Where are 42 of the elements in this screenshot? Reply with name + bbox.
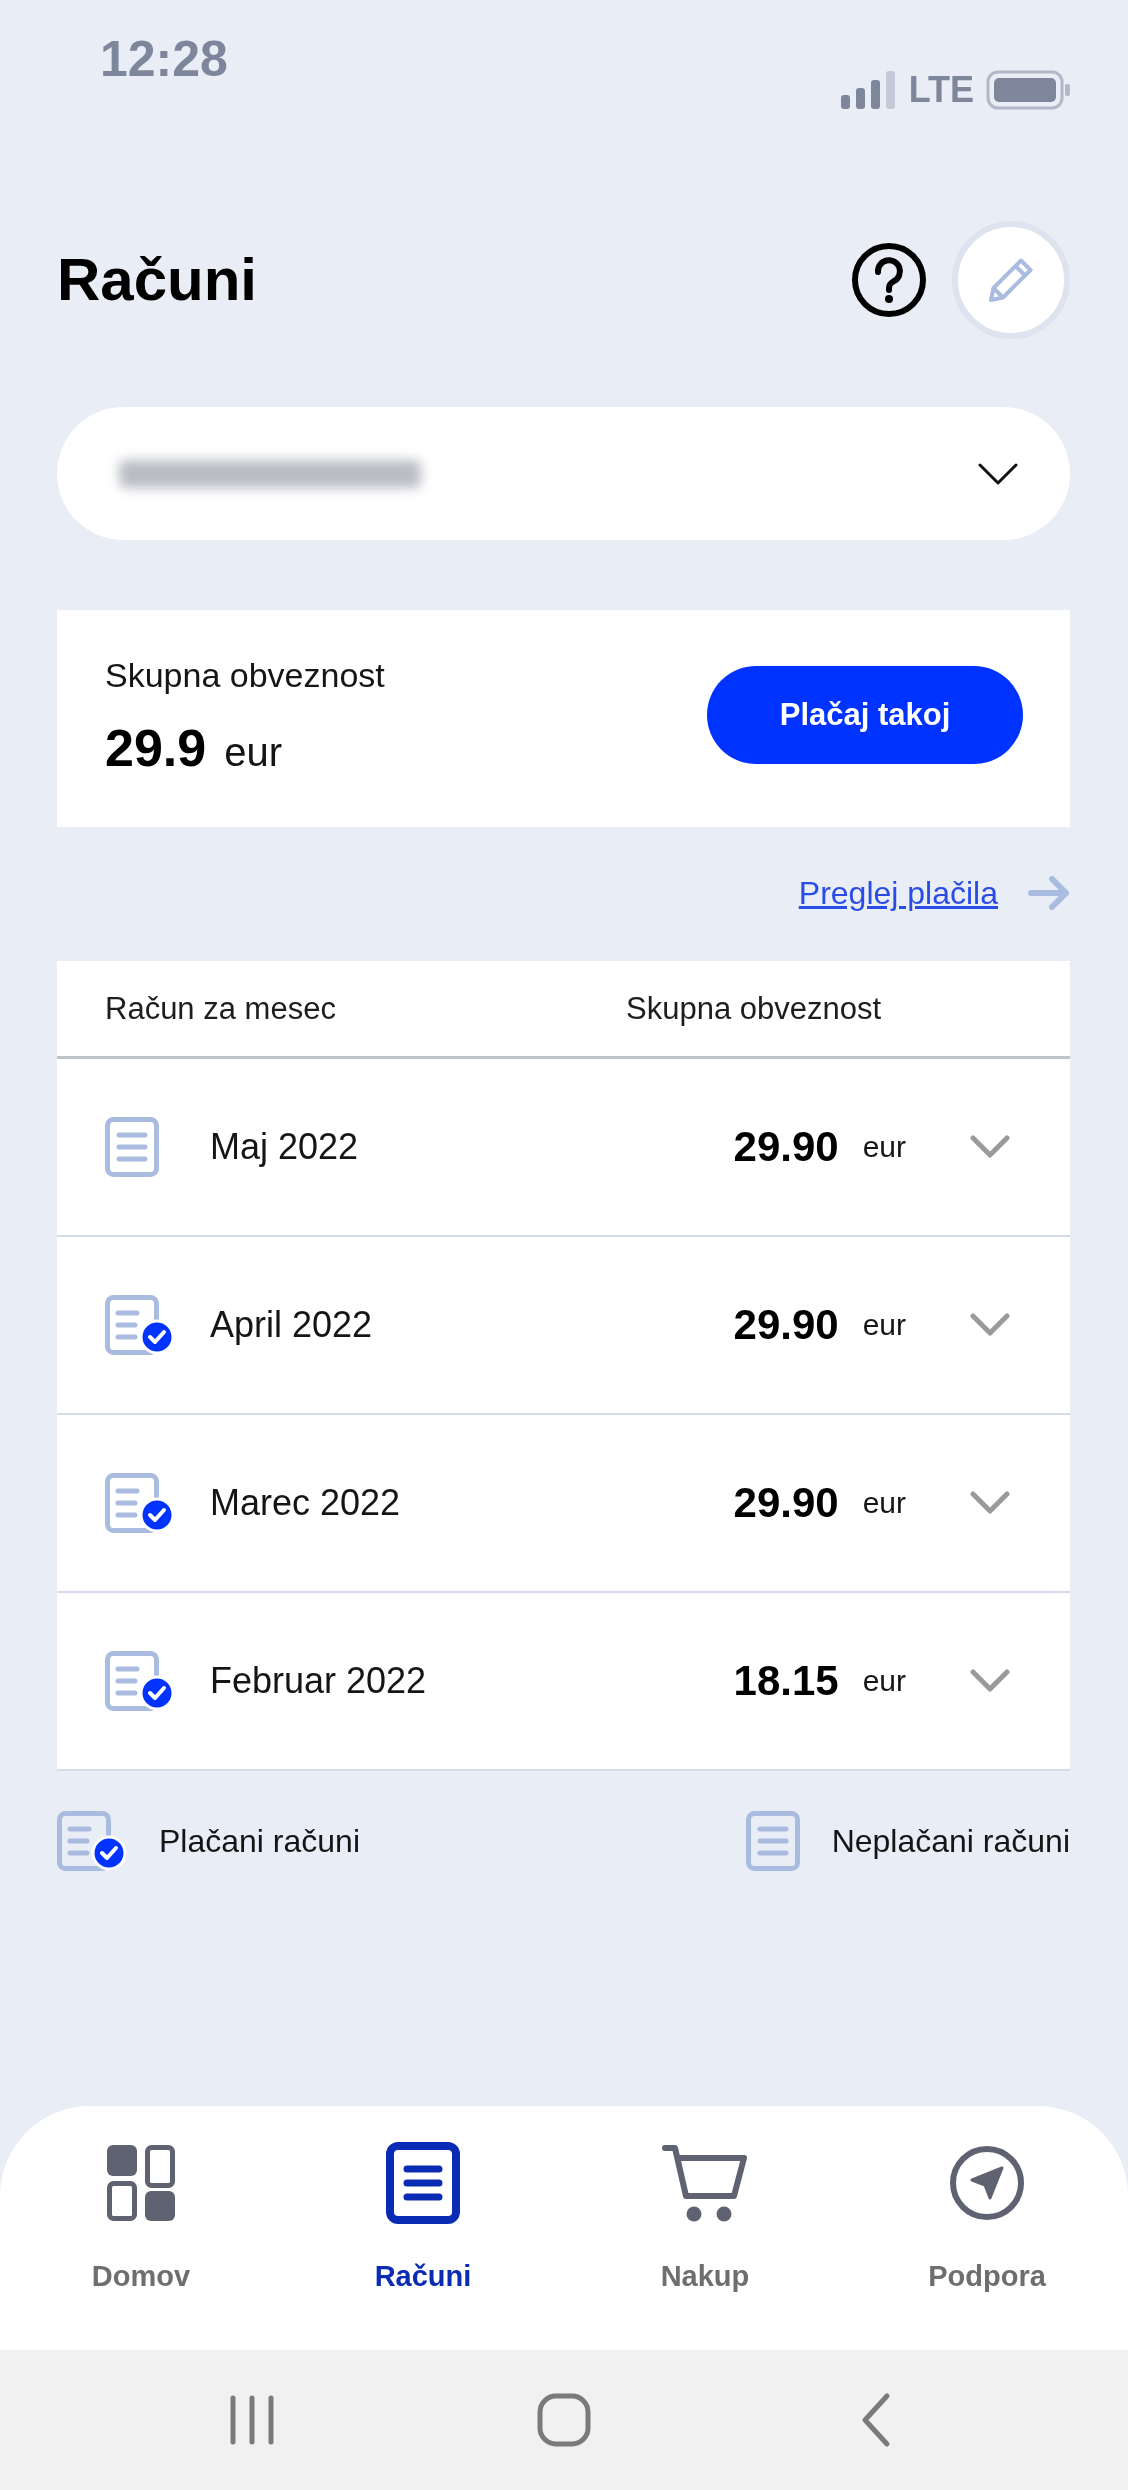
payments-link[interactable]: Preglej plačila [798,873,998,913]
pay-now-button[interactable]: Plačaj takoj [707,665,1023,764]
total-amount: 29.9 [105,722,207,775]
currency-label: eur [862,1664,906,1698]
column-header: Račun za mesec [105,990,337,1027]
month-label: Marec 2022 [210,1482,402,1524]
nav-tab[interactable]: Domov [0,2106,282,2350]
currency-label: eur [862,1130,906,1164]
chevron-down-icon[interactable] [970,1313,1010,1337]
currency-label: eur [224,732,283,773]
amount-value: 29.90 [733,1479,839,1527]
document-icon [386,2142,460,2224]
nav-tab[interactable]: Računi [282,2106,564,2350]
nav-tab[interactable]: Nakup [564,2106,846,2350]
legend-label: Neplačani računi [831,1822,1070,1860]
month-label: Februar 2022 [210,1660,428,1702]
legend-label: Plačani računi [159,1822,360,1860]
amount-value: 29.90 [733,1123,839,1171]
chevron-down-icon[interactable] [970,1135,1010,1159]
status-time: 12:28 [100,34,228,84]
arrow-right-icon[interactable] [1028,876,1070,910]
nav-tab[interactable]: Podpora [846,2106,1128,2350]
summary-label: Skupna obveznost [105,656,385,695]
chevron-down-icon[interactable] [970,1491,1010,1515]
currency-label: eur [862,1308,906,1342]
network-type: LTE [908,72,974,108]
page-title: Računi [57,250,259,310]
signal-icon [840,71,897,109]
help-icon[interactable] [851,242,927,318]
grid-icon [107,2142,175,2224]
currency-label: eur [862,1486,906,1520]
amount-value: 18.15 [733,1657,839,1705]
month-label: Maj 2022 [210,1126,360,1168]
battery-icon [986,70,1070,110]
chevron-down-icon[interactable] [970,1669,1010,1693]
cart-icon [662,2142,748,2224]
recent-apps-icon[interactable] [229,2395,275,2445]
month-label: April 2022 [210,1304,374,1346]
home-icon[interactable] [537,2393,591,2447]
amount-value: 29.90 [733,1301,839,1349]
back-icon[interactable] [860,2392,892,2448]
column-header: Skupna obveznost [626,990,883,1027]
